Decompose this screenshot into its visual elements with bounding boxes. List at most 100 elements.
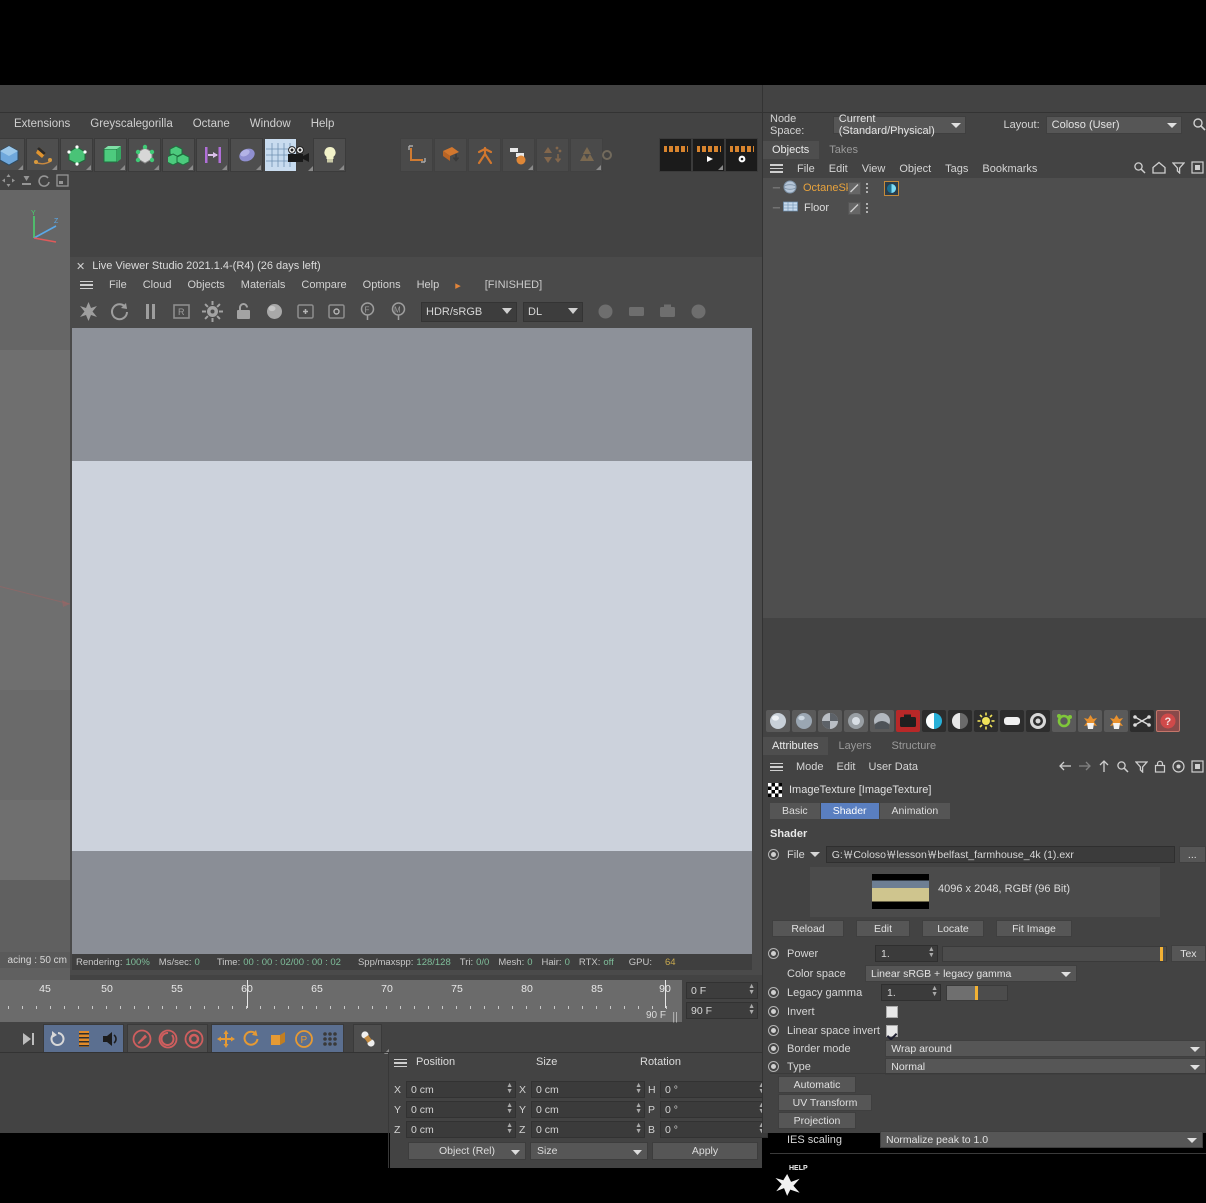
lv-menu-help[interactable]: Help <box>417 279 440 291</box>
border-mode-animate-radio[interactable] <box>768 1043 779 1054</box>
object-region-icon[interactable] <box>322 298 351 325</box>
color-space-select[interactable]: Linear sRGB + legacy gamma <box>865 965 1077 982</box>
move-to-end-icon[interactable] <box>15 1026 40 1051</box>
up-arrow-icon[interactable] <box>1098 759 1110 776</box>
rotate-icon[interactable] <box>37 172 53 189</box>
spinner-icon[interactable]: ▲▼ <box>506 1122 513 1135</box>
filter-icon[interactable] <box>1134 760 1149 776</box>
auto-key-icon[interactable] <box>155 1026 180 1051</box>
shuffle-icon[interactable] <box>1130 710 1154 732</box>
sphere-quarter-icon[interactable] <box>818 710 842 732</box>
frame-strip-icon[interactable] <box>71 1026 96 1051</box>
motion-graphics-icon[interactable] <box>502 138 535 172</box>
settings-gear-icon[interactable] <box>198 298 227 325</box>
automatic-button[interactable]: Automatic <box>778 1076 856 1093</box>
visibility-tag-icon[interactable] <box>848 201 861 215</box>
align-icon[interactable] <box>196 138 229 172</box>
render-canvas[interactable] <box>72 328 752 954</box>
uv-transform-button[interactable]: UV Transform <box>778 1094 872 1111</box>
lv-menu-cloud[interactable]: Cloud <box>143 279 172 291</box>
list-item[interactable]: ─ Floor <box>762 198 1206 218</box>
linear-space-invert-animate-radio[interactable] <box>768 1025 779 1036</box>
tab-basic[interactable]: Basic <box>770 803 820 819</box>
coordinates-hamburger-icon[interactable] <box>394 1055 410 1071</box>
settings-small-icon[interactable] <box>590 138 623 172</box>
sphere-preview-icon[interactable] <box>591 298 620 325</box>
file-browse-button[interactable]: ... <box>1178 846 1206 863</box>
keyframe-selection-icon[interactable] <box>355 1026 380 1051</box>
edit-button[interactable]: Edit <box>856 920 910 937</box>
material-picker-icon[interactable]: M <box>384 298 413 325</box>
move-icon[interactable] <box>1 172 17 189</box>
camera-icon[interactable] <box>281 138 314 172</box>
file-path-field[interactable]: G:￦Coloso￦lesson￦belfast_farmhouse_4k (1… <box>825 846 1175 863</box>
rotation-b-field[interactable]: 0 ° ▲▼ <box>660 1121 768 1138</box>
frame-icon[interactable] <box>54 172 70 189</box>
power-slider[interactable] <box>941 945 1167 962</box>
reload-button[interactable]: Reload <box>772 920 844 937</box>
lock-icon[interactable] <box>1154 760 1166 776</box>
forward-arrow-icon[interactable] <box>1078 760 1092 775</box>
menu-help[interactable]: Help <box>311 118 335 130</box>
size-x-field[interactable]: 0 cm ▲ ▼ <box>531 1081 645 1098</box>
invert-checkbox[interactable] <box>886 1005 898 1018</box>
question-red-icon[interactable]: ? <box>1156 710 1180 732</box>
scale-key-icon[interactable] <box>265 1026 290 1051</box>
point-level-anim-icon[interactable] <box>317 1026 342 1051</box>
lv-menu-materials[interactable]: Materials <box>241 279 286 291</box>
spinner-icon[interactable]: ▲▼ <box>635 1082 642 1095</box>
menu-hamburger-icon[interactable] <box>80 280 93 290</box>
metaball-icon[interactable] <box>230 138 263 172</box>
octane-render-icon[interactable] <box>74 298 103 325</box>
border-mode-select[interactable]: Wrap around <box>885 1040 1206 1057</box>
menu-extensions[interactable]: Extensions <box>14 118 70 130</box>
back-arrow-icon[interactable] <box>1058 760 1072 775</box>
attribute-hamburger-icon[interactable] <box>770 762 783 772</box>
array-icon[interactable] <box>162 138 195 172</box>
list-item[interactable]: ─ OctaneSky <box>762 178 1206 198</box>
obj-menu-tags[interactable]: Tags <box>945 163 968 175</box>
coordinate-mode-select[interactable]: Object (Rel) <box>408 1142 526 1160</box>
expand-arrow-icon[interactable]: ▸ <box>455 279 461 292</box>
expand-panel-icon[interactable] <box>1191 161 1204 177</box>
rotation-h-field[interactable]: 0 ° ▲▼ <box>660 1081 768 1098</box>
target-icon[interactable] <box>1172 759 1185 776</box>
search-icon[interactable] <box>1116 760 1129 776</box>
timeline-range-bar[interactable]: 90 F || <box>0 1010 682 1023</box>
legacy-gamma-field[interactable]: 1. ▲ ▼ <box>881 984 941 1001</box>
position-y-field[interactable]: 0 cm ▲ ▼ <box>406 1101 516 1118</box>
locate-button[interactable]: Locate <box>922 920 984 937</box>
tab-structure[interactable]: Structure <box>882 737 947 755</box>
add-region-icon[interactable] <box>291 298 320 325</box>
node-space-select[interactable]: Current (Standard/Physical) <box>832 113 966 137</box>
render-settings-icon[interactable] <box>725 138 758 172</box>
tab-objects[interactable]: Objects <box>762 141 820 159</box>
filter-icon[interactable] <box>1171 161 1186 177</box>
deformer-icon[interactable] <box>60 138 93 172</box>
sphere-mix-icon[interactable] <box>870 710 894 732</box>
attr-menu-edit[interactable]: Edit <box>837 761 856 773</box>
range-end-frame-field[interactable]: 90 F ▲ ▼ <box>686 1002 758 1019</box>
record-key-icon[interactable] <box>129 1026 389 1054</box>
color-space-select[interactable]: HDR/sRGB <box>421 301 517 322</box>
lv-menu-options[interactable]: Options <box>363 279 401 291</box>
menu-octane[interactable]: Octane <box>193 118 230 130</box>
lv-menu-objects[interactable]: Objects <box>187 279 224 291</box>
key-settings-icon[interactable] <box>181 1026 206 1051</box>
spinner-icon[interactable]: ▲▼ <box>928 946 935 959</box>
cube-icon[interactable] <box>0 138 25 172</box>
obj-menu-file[interactable]: File <box>797 163 815 175</box>
visibility-dots-icon[interactable] <box>866 203 868 213</box>
perspective-viewport[interactable]: Y Z acing : 50 cm <box>0 190 70 980</box>
legacy-gamma-slider[interactable] <box>946 984 1008 1001</box>
lv-menu-file[interactable]: File <box>109 279 127 291</box>
spinner-icon[interactable]: ▲▼ <box>635 1122 642 1135</box>
object-name-floor[interactable]: Floor <box>804 202 829 214</box>
timeline-range-grip[interactable]: || <box>672 1011 678 1023</box>
expand-panel-icon[interactable] <box>1191 759 1204 776</box>
object-manager-hamburger-icon[interactable] <box>770 164 783 173</box>
lock-icon[interactable] <box>229 298 258 325</box>
attr-menu-userdata[interactable]: User Data <box>869 761 919 773</box>
camera-red-icon[interactable] <box>896 710 920 732</box>
spinner-icon[interactable]: ▲▼ <box>506 1082 513 1095</box>
